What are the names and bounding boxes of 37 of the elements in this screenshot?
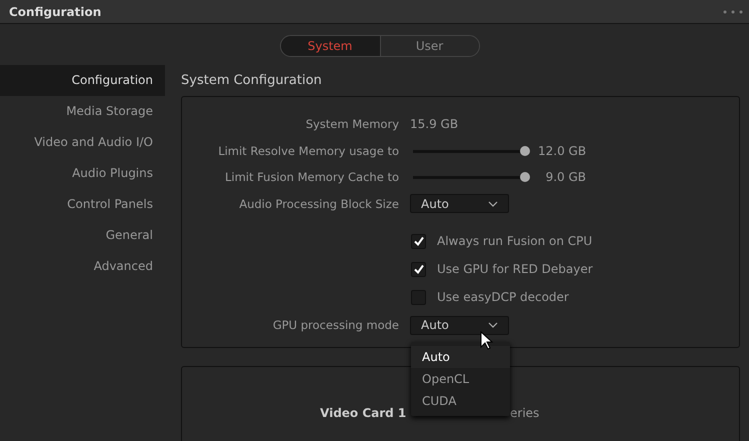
dropdown[interactable]: Auto bbox=[410, 194, 509, 214]
checkbox-label: Use easyDCP decoder bbox=[437, 290, 569, 304]
checkbox[interactable] bbox=[411, 234, 426, 248]
tab[interactable]: System bbox=[280, 36, 380, 56]
more-icon[interactable] bbox=[723, 10, 743, 14]
tab[interactable]: User bbox=[380, 36, 478, 56]
video-card-label: Video Card 1 bbox=[320, 406, 406, 420]
slider-reading: 12.0 GB bbox=[538, 144, 586, 158]
setting-label: Limit Resolve Memory usage to bbox=[217, 144, 399, 158]
checkbox-label: Use GPU for RED Debayer bbox=[437, 262, 593, 276]
video-card-value: eries bbox=[510, 406, 540, 420]
sidebar-item[interactable]: Media Storage bbox=[0, 96, 165, 127]
sidebar-item[interactable]: Audio Plugins bbox=[0, 158, 165, 189]
window-title: Configuration bbox=[9, 4, 102, 18]
chevron-down-icon bbox=[488, 322, 498, 328]
section-title: System Configuration bbox=[181, 72, 323, 89]
slider[interactable] bbox=[413, 144, 530, 157]
chevron-down-icon bbox=[488, 200, 498, 207]
sidebar-item[interactable]: Control Panels bbox=[0, 189, 165, 220]
setting-value: 15.9 GB bbox=[410, 117, 458, 132]
slider-reading: 9.0 GB bbox=[544, 170, 586, 184]
setting-label: Audio Processing Block Size bbox=[238, 196, 399, 211]
menu-item[interactable]: OpenCL bbox=[411, 368, 510, 390]
setting-label: Limit Fusion Memory Cache to bbox=[224, 170, 399, 184]
sidebar-item[interactable]: Advanced bbox=[0, 251, 165, 282]
setting-label: GPU processing mode bbox=[272, 318, 399, 332]
checkbox-label: Always run Fusion on CPU bbox=[437, 234, 592, 248]
menu-item[interactable]: CUDA bbox=[411, 390, 510, 412]
dropdown[interactable]: Auto bbox=[410, 316, 509, 334]
setting-label: System Memory bbox=[304, 117, 399, 132]
checkbox[interactable] bbox=[411, 262, 426, 276]
menu-item[interactable]: Auto bbox=[411, 346, 510, 368]
sidebar-item[interactable]: General bbox=[0, 220, 165, 251]
cursor-icon bbox=[480, 331, 493, 350]
sidebar-item[interactable]: Configuration bbox=[0, 65, 165, 96]
slider[interactable] bbox=[413, 171, 530, 184]
sidebar-item[interactable]: Video and Audio I/O bbox=[0, 127, 165, 158]
